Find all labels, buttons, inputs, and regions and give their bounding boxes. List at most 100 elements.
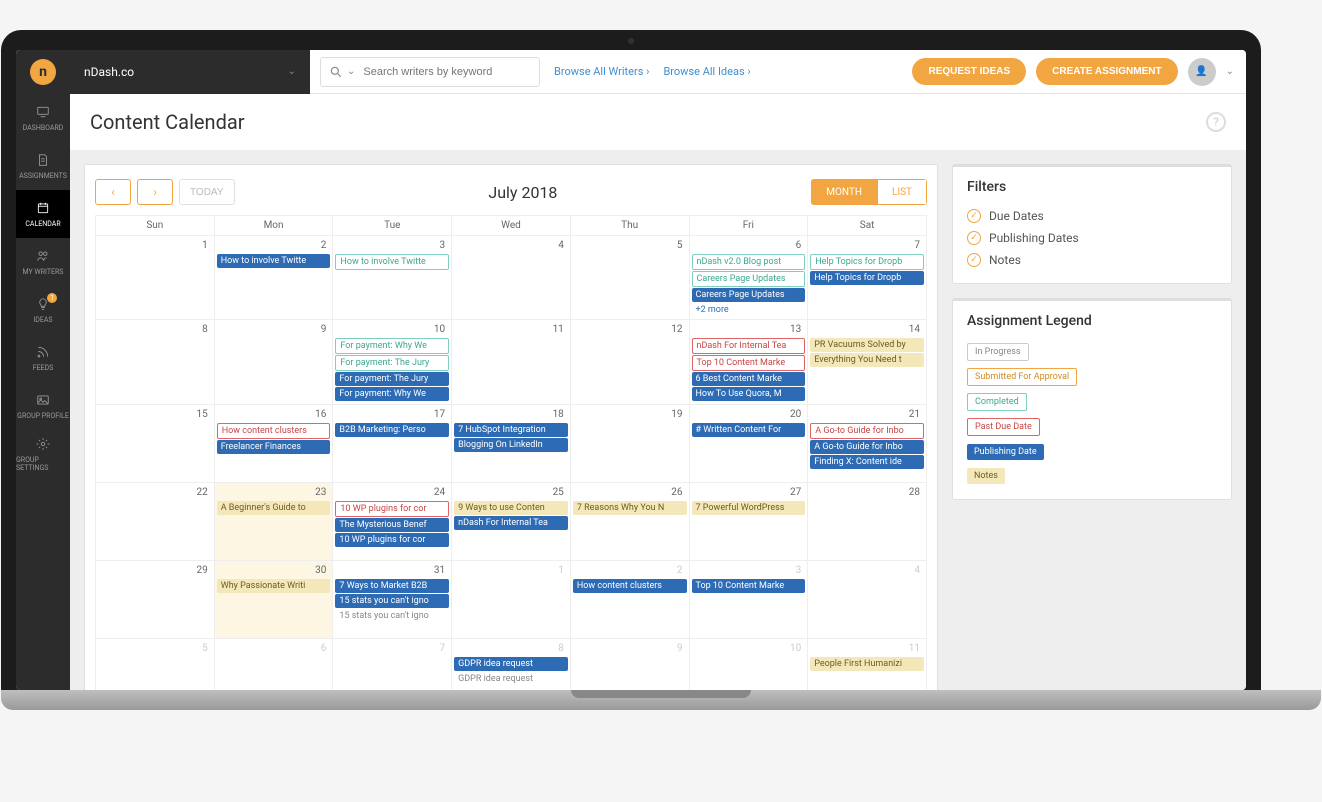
org-select[interactable]: nDash.co ⌄ bbox=[70, 50, 310, 94]
calendar-event[interactable]: Blogging On LinkedIn bbox=[454, 438, 568, 452]
calendar-event[interactable]: People First Humanizi bbox=[810, 657, 924, 671]
calendar-cell[interactable]: 5 bbox=[570, 236, 689, 320]
calendar-cell[interactable]: 1 bbox=[96, 236, 215, 320]
calendar-event[interactable]: Help Topics for Dropb bbox=[810, 271, 924, 285]
calendar-event[interactable]: How content clusters bbox=[573, 579, 687, 593]
more-link[interactable]: +2 more bbox=[692, 303, 806, 317]
sidebar-item-group-profile[interactable]: GROUP PROFILE bbox=[16, 382, 70, 430]
calendar-cell[interactable]: 30Why Passionate Writi bbox=[214, 561, 333, 639]
calendar-cell[interactable]: 15 bbox=[96, 405, 215, 483]
calendar-event[interactable]: The Mysterious Benef bbox=[335, 518, 449, 532]
calendar-cell[interactable]: 9 bbox=[570, 639, 689, 691]
calendar-event[interactable]: nDash v2.0 Blog post bbox=[692, 254, 806, 270]
calendar-event[interactable]: PR Vacuums Solved by bbox=[810, 338, 924, 352]
calendar-event[interactable]: Help Topics for Dropb bbox=[810, 254, 924, 270]
calendar-cell[interactable]: 22 bbox=[96, 483, 215, 561]
calendar-cell[interactable]: 11 bbox=[452, 320, 571, 405]
calendar-cell[interactable]: 11People First Humanizi bbox=[808, 639, 927, 691]
calendar-event[interactable]: How content clusters bbox=[217, 423, 331, 439]
calendar-event[interactable]: Finding X: Content ide bbox=[810, 455, 924, 469]
calendar-event[interactable]: Top 10 Content Marke bbox=[692, 355, 806, 371]
calendar-cell[interactable]: 2How to involve Twitte bbox=[214, 236, 333, 320]
create-assignment-button[interactable]: CREATE ASSIGNMENT bbox=[1036, 58, 1177, 85]
chevron-down-icon[interactable]: ⌄ bbox=[1226, 66, 1234, 77]
calendar-event[interactable]: B2B Marketing: Perso bbox=[335, 423, 449, 437]
calendar-cell[interactable]: 259 Ways to use ContennDash For Internal… bbox=[452, 483, 571, 561]
calendar-cell[interactable]: 2How content clusters bbox=[570, 561, 689, 639]
calendar-cell[interactable]: 4 bbox=[452, 236, 571, 320]
calendar-cell[interactable]: 23A Beginner's Guide to bbox=[214, 483, 333, 561]
calendar-event[interactable]: For payment: The Jury bbox=[335, 372, 449, 386]
sidebar-item-calendar[interactable]: CALENDAR bbox=[16, 190, 70, 238]
calendar-cell[interactable]: 277 Powerful WordPress bbox=[689, 483, 808, 561]
calendar-cell[interactable]: 6 bbox=[214, 639, 333, 691]
calendar-event[interactable]: 7 Reasons Why You N bbox=[573, 501, 687, 515]
calendar-cell[interactable]: 267 Reasons Why You N bbox=[570, 483, 689, 561]
calendar-cell[interactable]: 16How content clustersFreelancer Finance… bbox=[214, 405, 333, 483]
calendar-event[interactable]: Top 10 Content Marke bbox=[692, 579, 806, 593]
calendar-event[interactable]: Everything You Need t bbox=[810, 353, 924, 367]
calendar-event[interactable]: A Go-to Guide for Inbo bbox=[810, 440, 924, 454]
calendar-cell[interactable]: 9 bbox=[214, 320, 333, 405]
calendar-cell[interactable]: 3Top 10 Content Marke bbox=[689, 561, 808, 639]
filter-publishing-dates[interactable]: ✓Publishing Dates bbox=[967, 227, 1217, 249]
calendar-event[interactable]: For payment: Why We bbox=[335, 338, 449, 354]
calendar-cell[interactable]: 10 bbox=[689, 639, 808, 691]
calendar-event[interactable]: 6 Best Content Marke bbox=[692, 372, 806, 386]
search-input[interactable] bbox=[355, 66, 531, 78]
calendar-event[interactable]: 9 Ways to use Conten bbox=[454, 501, 568, 515]
filter-due-dates[interactable]: ✓Due Dates bbox=[967, 205, 1217, 227]
calendar-cell[interactable]: 20# Written Content For bbox=[689, 405, 808, 483]
calendar-cell[interactable]: 12 bbox=[570, 320, 689, 405]
calendar-cell[interactable]: 29 bbox=[96, 561, 215, 639]
calendar-cell[interactable]: 187 HubSpot IntegrationBlogging On Linke… bbox=[452, 405, 571, 483]
help-icon[interactable]: ? bbox=[1206, 112, 1226, 132]
calendar-event[interactable]: Careers Page Updates bbox=[692, 271, 806, 287]
calendar-event[interactable]: nDash For Internal Tea bbox=[454, 516, 568, 530]
calendar-cell[interactable]: 6nDash v2.0 Blog postCareers Page Update… bbox=[689, 236, 808, 320]
calendar-event[interactable]: 7 HubSpot Integration bbox=[454, 423, 568, 437]
calendar-cell[interactable]: 28 bbox=[808, 483, 927, 561]
sidebar-item-ideas[interactable]: IDEAS bbox=[16, 286, 70, 334]
calendar-event[interactable]: 10 WP plugins for cor bbox=[335, 533, 449, 547]
calendar-event[interactable]: # Written Content For bbox=[692, 423, 806, 437]
calendar-cell[interactable]: 5 bbox=[96, 639, 215, 691]
calendar-cell[interactable]: 7 bbox=[333, 639, 452, 691]
browse-ideas-link[interactable]: Browse All Ideas › bbox=[663, 65, 750, 78]
calendar-event[interactable]: GDPR idea request bbox=[454, 657, 568, 671]
browse-writers-link[interactable]: Browse All Writers › bbox=[554, 65, 649, 78]
calendar-cell[interactable]: 14PR Vacuums Solved byEverything You Nee… bbox=[808, 320, 927, 405]
calendar-event[interactable]: 7 Ways to Market B2B bbox=[335, 579, 449, 593]
calendar-event[interactable]: nDash For Internal Tea bbox=[692, 338, 806, 354]
calendar-event[interactable]: 15 stats you can't igno bbox=[335, 594, 449, 608]
calendar-cell[interactable]: 8 bbox=[96, 320, 215, 405]
calendar-cell[interactable]: 13nDash For Internal TeaTop 10 Content M… bbox=[689, 320, 808, 405]
logo[interactable]: n bbox=[16, 50, 70, 94]
calendar-event[interactable]: 15 stats you can't igno bbox=[335, 609, 449, 623]
calendar-event[interactable]: For payment: Why We bbox=[335, 387, 449, 401]
calendar-event[interactable]: 10 WP plugins for cor bbox=[335, 501, 449, 517]
calendar-event[interactable]: How To Use Quora, M bbox=[692, 387, 806, 401]
today-button[interactable]: TODAY bbox=[179, 179, 235, 205]
sidebar-item-my-writers[interactable]: MY WRITERS bbox=[16, 238, 70, 286]
prev-button[interactable]: ‹ bbox=[95, 179, 131, 205]
sidebar-item-assignments[interactable]: ASSIGNMENTS bbox=[16, 142, 70, 190]
calendar-event[interactable]: For payment: The Jury bbox=[335, 355, 449, 371]
sidebar-item-feeds[interactable]: FEEDS bbox=[16, 334, 70, 382]
calendar-event[interactable]: How to involve Twitte bbox=[335, 254, 449, 270]
calendar-event[interactable]: Why Passionate Writi bbox=[217, 579, 331, 593]
filter-notes[interactable]: ✓Notes bbox=[967, 249, 1217, 271]
calendar-event[interactable]: 7 Powerful WordPress bbox=[692, 501, 806, 515]
calendar-cell[interactable]: 3How to involve Twitte bbox=[333, 236, 452, 320]
calendar-event[interactable]: How to involve Twitte bbox=[217, 254, 331, 268]
calendar-cell[interactable]: 8GDPR idea requestGDPR idea request bbox=[452, 639, 571, 691]
calendar-cell[interactable]: 10For payment: Why WeFor payment: The Ju… bbox=[333, 320, 452, 405]
calendar-cell[interactable]: 2410 WP plugins for corThe Mysterious Be… bbox=[333, 483, 452, 561]
sidebar-item-dashboard[interactable]: DASHBOARD bbox=[16, 94, 70, 142]
calendar-event[interactable]: GDPR idea request bbox=[454, 672, 568, 686]
calendar-event[interactable]: Careers Page Updates bbox=[692, 288, 806, 302]
search-box[interactable]: ⌄ bbox=[320, 57, 540, 87]
calendar-event[interactable]: A Go-to Guide for Inbo bbox=[810, 423, 924, 439]
avatar[interactable]: 👤 bbox=[1188, 58, 1216, 86]
calendar-cell[interactable]: 21A Go-to Guide for InboA Go-to Guide fo… bbox=[808, 405, 927, 483]
